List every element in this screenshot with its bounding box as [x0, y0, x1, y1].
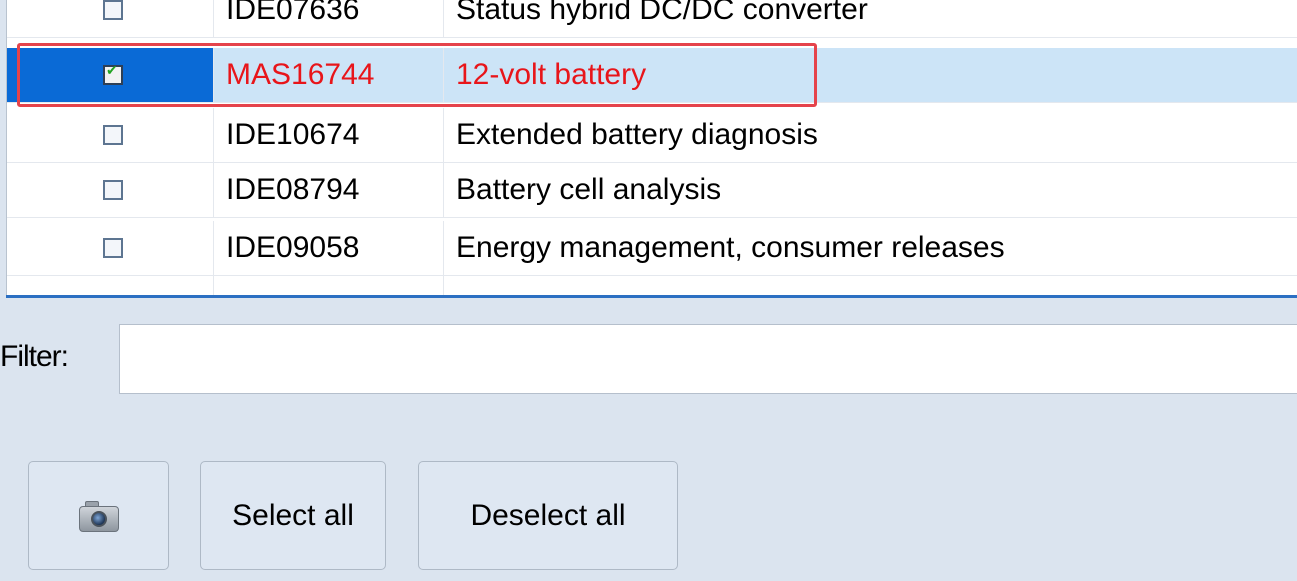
function-description: 12-volt battery [456, 58, 647, 91]
function-description: Battery cell analysis [456, 173, 722, 206]
checkbox-cell[interactable]: ✔ [7, 48, 214, 102]
row-checkbox[interactable] [103, 238, 123, 258]
function-id: IDE07636 [226, 0, 360, 26]
list-row[interactable]: IDE08794 Battery cell analysis [7, 163, 1297, 218]
row-checkbox[interactable] [103, 0, 123, 20]
id-cell: MAS16744 [214, 48, 444, 102]
list-row[interactable]: IDE09058 Energy management, consumer rel… [7, 221, 1297, 276]
id-cell: IDE08794 [214, 163, 444, 217]
filter-label: Filter: [0, 340, 69, 373]
list-divider [6, 295, 1297, 298]
function-description: Status hybrid DC/DC converter [456, 0, 868, 26]
description-cell: Energy management, consumer releases [444, 221, 1297, 275]
row-checkbox-checked[interactable]: ✔ [103, 63, 123, 85]
checkbox-cell[interactable] [7, 163, 214, 217]
camera-icon [78, 500, 119, 532]
id-cell: IDE10674 [214, 108, 444, 162]
function-description: Extended battery diagnosis [456, 118, 818, 151]
function-id: IDE09058 [226, 231, 360, 264]
function-description: Energy management, consumer releases [456, 231, 1005, 264]
screenshot-button[interactable] [28, 461, 169, 570]
description-cell: 12-volt battery [444, 48, 1297, 102]
checkbox-cell[interactable] [7, 108, 214, 162]
row-checkbox[interactable] [103, 180, 123, 200]
filter-input[interactable] [119, 324, 1297, 394]
id-cell: IDE07636 [214, 0, 444, 37]
id-cell: IDE09058 [214, 221, 444, 275]
list-row[interactable]: IDE10674 Extended battery diagnosis [7, 108, 1297, 163]
deselect-all-button[interactable]: Deselect all [418, 461, 678, 570]
description-cell: Extended battery diagnosis [444, 108, 1297, 162]
id-cell [214, 276, 444, 296]
checkmark-icon: ✔ [106, 63, 118, 79]
description-cell [444, 276, 1297, 296]
function-list: IDE07636 Status hybrid DC/DC converter ✔… [6, 0, 1297, 296]
list-row-partial [7, 276, 1297, 296]
list-row[interactable]: IDE07636 Status hybrid DC/DC converter [7, 0, 1297, 38]
select-all-button[interactable]: Select all [200, 461, 386, 570]
list-row-selected[interactable]: ✔ MAS16744 12-volt battery [7, 48, 1297, 103]
checkbox-cell [7, 276, 214, 296]
checkbox-cell[interactable] [7, 0, 214, 37]
description-cell: Battery cell analysis [444, 163, 1297, 217]
checkbox-cell[interactable] [7, 221, 214, 275]
description-cell: Status hybrid DC/DC converter [444, 0, 1297, 37]
function-id: IDE10674 [226, 118, 360, 151]
row-checkbox[interactable] [103, 125, 123, 145]
function-id: MAS16744 [226, 58, 375, 91]
function-id: IDE08794 [226, 173, 360, 206]
